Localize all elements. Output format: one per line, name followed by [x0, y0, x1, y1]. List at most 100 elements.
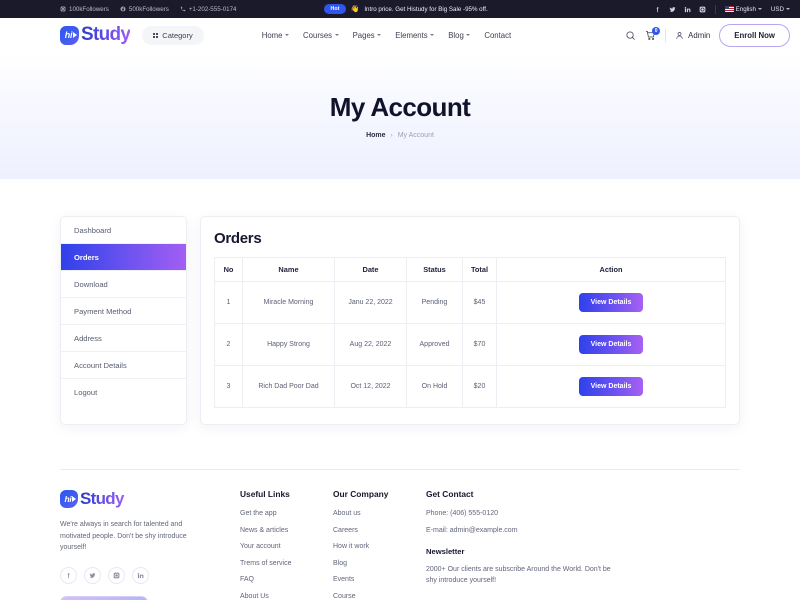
column-header-total: Total [462, 257, 497, 282]
linkedin-icon[interactable] [132, 566, 149, 584]
nav-item-courses[interactable]: Courses [303, 31, 339, 40]
logo-text: Study [81, 24, 131, 45]
breadcrumb: Home › My Account [366, 132, 434, 139]
nav-label: Blog [448, 30, 464, 40]
twitter-icon[interactable] [669, 6, 676, 13]
sidebar-item-account-details[interactable]: Account Details [61, 352, 186, 379]
footer-cta-button[interactable] [60, 595, 148, 600]
account-sidebar: Dashboard Orders Download Payment Method… [60, 216, 187, 425]
footer-newsletter-note: 2000+ Our clients are subscribe Around t… [426, 565, 611, 585]
view-details-button[interactable]: View Details [578, 377, 644, 396]
footer-link-blog[interactable]: Blog [333, 560, 426, 567]
table-row: 1 Miracle Morning Janu 22, 2022 Pending … [214, 281, 726, 324]
site-logo[interactable]: hi Study [60, 24, 131, 46]
chevron-down-icon [285, 34, 290, 36]
logo-text: Study [80, 489, 124, 508]
nav-label: Pages [352, 30, 375, 40]
cell-status: On Hold [406, 365, 463, 408]
nav-item-contact[interactable]: Contact [484, 31, 511, 40]
chevron-down-icon [430, 34, 435, 36]
topbar-item-instagram-followers[interactable]: 100kFollowers [60, 6, 109, 13]
breadcrumb-separator-icon: › [390, 132, 393, 139]
cart-count-badge: 0 [652, 26, 661, 35]
view-details-button[interactable]: View Details [578, 335, 644, 354]
column-header-action: Action [496, 257, 726, 282]
footer-our-company-column: Our Company About us Careers How it work… [333, 489, 426, 600]
nav-item-elements[interactable]: Elements [395, 30, 435, 40]
enroll-now-button[interactable]: Enroll Now [719, 23, 790, 47]
footer-link-your-account[interactable]: Your account [240, 543, 333, 550]
sidebar-item-download[interactable]: Download [61, 271, 186, 298]
instagram-icon[interactable] [108, 566, 125, 584]
site-header: hi Study Category Home Courses Pages Ele… [0, 18, 800, 52]
nav-item-pages[interactable]: Pages [353, 31, 382, 40]
sidebar-item-payment-method[interactable]: Payment Method [61, 298, 186, 325]
footer-useful-links-column: Useful Links Get the app News & articles… [240, 489, 333, 600]
sidebar-item-orders[interactable]: Orders [61, 244, 186, 271]
topbar-item-facebook-followers[interactable]: 500kFollowers [120, 6, 169, 13]
instagram-icon[interactable] [699, 6, 706, 13]
nav-item-home[interactable]: Home [262, 31, 290, 40]
hot-badge: Hot [324, 4, 346, 14]
topbar-item-phone[interactable]: +1-202-555-0174 [180, 6, 236, 13]
cell-status: Approved [406, 323, 463, 366]
nav-label: Elements [395, 30, 428, 40]
cell-date: Janu 22, 2022 [334, 281, 407, 324]
twitter-icon[interactable] [84, 566, 101, 584]
cell-total: $70 [462, 323, 497, 366]
cell-action: View Details [496, 323, 726, 366]
footer-logo[interactable]: hi Study [60, 489, 240, 509]
account-main: Dashboard Orders Download Payment Method… [0, 179, 800, 425]
view-details-button[interactable]: View Details [578, 293, 644, 312]
topbar-instagram-label: 100kFollowers [69, 5, 109, 13]
category-button[interactable]: Category [142, 25, 204, 45]
logo-play-icon: hi [60, 25, 79, 45]
footer-link-careers[interactable]: Careers [333, 527, 426, 534]
column-header-status: Status [406, 257, 463, 282]
footer-link-events[interactable]: Events [333, 576, 426, 583]
cell-date: Oct 12, 2022 [334, 365, 407, 408]
footer-phone[interactable]: Phone: (406) 555-0120 [426, 510, 626, 517]
footer-link-faq[interactable]: FAQ [240, 576, 333, 583]
nav-label: Contact [484, 30, 512, 40]
footer-email[interactable]: E-mail: admin@example.com [426, 527, 626, 534]
topbar-promo-group: Hot 👋 Intro price. Get Histudy for Big S… [324, 4, 488, 14]
facebook-icon[interactable] [654, 6, 661, 13]
breadcrumb-home-link[interactable]: Home [366, 132, 385, 139]
cell-action: View Details [496, 365, 726, 408]
footer-link-news-articles[interactable]: News & articles [240, 527, 333, 534]
cell-total: $45 [462, 281, 497, 324]
chevron-down-icon [377, 34, 382, 36]
footer-link-course[interactable]: Course [333, 593, 426, 600]
search-icon[interactable] [625, 30, 636, 41]
chevron-down-icon [786, 8, 790, 10]
footer-link-terms-of-service[interactable]: Trems of service [240, 560, 333, 567]
table-header-row: No Name Date Status Total Action [214, 257, 726, 282]
wave-emoji: 👋 [350, 5, 360, 13]
footer-heading-our-company: Our Company [333, 489, 389, 499]
footer-link-about-us-company[interactable]: About us [333, 510, 426, 517]
sidebar-item-logout[interactable]: Logout [61, 379, 186, 406]
footer-link-how-it-work[interactable]: How it work [333, 543, 426, 550]
language-selector[interactable]: English [724, 6, 762, 13]
topbar-right-group: English USD [654, 4, 790, 14]
chevron-down-icon [466, 34, 471, 36]
footer-link-about-us[interactable]: About Us [240, 593, 333, 600]
footer-link-get-the-app[interactable]: Get the app [240, 510, 333, 517]
cart-icon[interactable]: 0 [645, 26, 661, 41]
currency-selector[interactable]: USD [771, 6, 790, 13]
logo-mark-text: hi [64, 494, 72, 504]
linkedin-icon[interactable] [684, 6, 691, 13]
page-hero: My Account Home › My Account [0, 52, 800, 179]
sidebar-item-dashboard[interactable]: Dashboard [61, 217, 186, 244]
nav-item-blog[interactable]: Blog [448, 30, 471, 40]
cell-name: Happy Strong [242, 323, 335, 366]
facebook-icon[interactable] [60, 566, 77, 584]
cell-no: 1 [214, 281, 243, 324]
nav-label: Courses [303, 30, 333, 40]
promo-text[interactable]: Intro price. Get Histudy for Big Sale -9… [364, 6, 487, 13]
account-menu[interactable]: Admin [675, 31, 710, 40]
sidebar-item-address[interactable]: Address [61, 325, 186, 352]
footer-contact-column: Get Contact Phone: (406) 555-0120 E-mail… [426, 489, 626, 600]
orders-heading: Orders [214, 230, 262, 247]
